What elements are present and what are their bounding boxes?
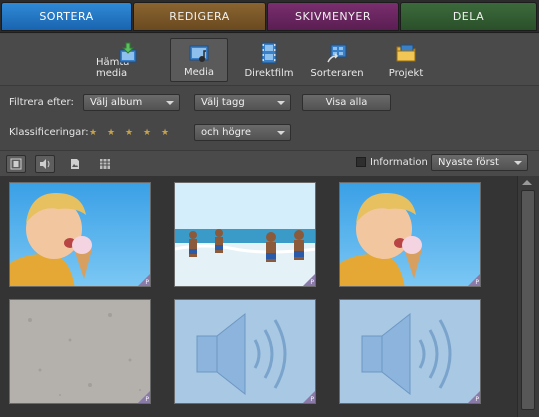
media-grid: P P P P P P (0, 176, 517, 417)
download-media-icon (119, 42, 137, 63)
photo-icon (71, 159, 79, 169)
scroll-up-arrow-icon[interactable] (522, 180, 532, 185)
album-dropdown[interactable]: Välj album (83, 94, 180, 111)
star-icon[interactable]: ★ (107, 128, 115, 138)
audio-speaker-icon (340, 300, 480, 403)
chevron-down-icon (166, 101, 174, 105)
chevron-down-icon (277, 101, 285, 105)
audio-speaker-icon (175, 300, 315, 403)
badge-label: P (475, 396, 479, 403)
boy-ice-cream-photo (340, 183, 480, 286)
beach-kids-photo (175, 183, 315, 286)
toolbar-item-label: Direktfilm (244, 68, 294, 79)
organizer-icon (327, 44, 347, 63)
toolbar-sorteraren-button[interactable]: Sorteraren (308, 38, 366, 82)
toolbar-item-label: Projekt (388, 68, 424, 79)
scroll-thumb[interactable] (521, 190, 535, 410)
grid-scrollbar[interactable] (517, 176, 539, 417)
show-photos-toggle[interactable] (65, 155, 85, 173)
toolbar-media-button[interactable]: Media (170, 38, 228, 82)
chevron-down-icon (514, 161, 522, 165)
show-audio-toggle[interactable] (35, 155, 55, 173)
media-thumbnail[interactable]: P (339, 182, 481, 287)
media-icon (189, 45, 209, 62)
gray-texture-photo (10, 300, 150, 403)
media-thumbnail[interactable]: P (339, 299, 481, 404)
toolbar-hamta-media-button[interactable]: Hämta media (96, 38, 160, 82)
media-thumbnail[interactable]: P (9, 182, 151, 287)
badge-label: P (310, 396, 314, 403)
sort-order-dropdown[interactable]: Nyaste först (431, 154, 528, 171)
rating-label: Klassificeringar: (9, 127, 89, 138)
star-icon[interactable]: ★ (89, 128, 97, 138)
speaker-icon (40, 159, 50, 169)
media-thumbnail[interactable]: P (174, 182, 316, 287)
details-view-toggle[interactable] (95, 155, 115, 173)
album-dropdown-value: Välj album (90, 97, 143, 108)
tab-skivmenyer[interactable]: SKIVMENYER (267, 2, 399, 31)
tag-dropdown-value: Välj tagg (201, 97, 245, 108)
chevron-down-icon (277, 131, 285, 135)
information-label: Information (370, 157, 428, 168)
show-video-toggle[interactable] (6, 155, 26, 173)
toolbar-item-label: Sorteraren (310, 68, 364, 79)
toolbar-projekt-button[interactable]: Projekt (378, 38, 434, 82)
grid-view-icon (100, 159, 110, 169)
star-icon[interactable]: ★ (143, 128, 151, 138)
boy-ice-cream-photo (10, 183, 150, 286)
filmstrip-icon (261, 42, 277, 64)
badge-label: P (145, 396, 149, 403)
media-thumbnail[interactable]: P (174, 299, 316, 404)
tab-redigera[interactable]: REDIGERA (133, 2, 266, 31)
star-icon[interactable]: ★ (125, 128, 133, 138)
information-checkbox[interactable] (356, 157, 366, 167)
rating-condition-value: och högre (201, 127, 251, 138)
filter-label: Filtrera efter: (9, 97, 74, 108)
show-all-button[interactable]: Visa alla (302, 94, 391, 111)
project-folder-icon (396, 44, 416, 62)
toolbar-item-label: Media (183, 67, 215, 78)
media-thumbnail[interactable]: P (9, 299, 151, 404)
tag-dropdown[interactable]: Välj tagg (194, 94, 291, 111)
tab-dela[interactable]: DELA (400, 2, 537, 31)
tab-sortera[interactable]: SORTERA (1, 2, 132, 31)
badge-label: P (310, 279, 314, 286)
toolbar-direktfilm-button[interactable]: Direktfilm (240, 38, 298, 82)
badge-label: P (475, 279, 479, 286)
badge-label: P (145, 279, 149, 286)
film-icon (10, 158, 22, 170)
rating-condition-dropdown[interactable]: och högre (194, 124, 291, 141)
view-toolbar: Hämta media Media Direktfilm Sorteraren … (0, 34, 539, 86)
sort-order-value: Nyaste först (438, 157, 499, 168)
star-icon[interactable]: ★ (161, 128, 169, 138)
workspace-tabs: SORTERA REDIGERA SKIVMENYER DELA (0, 0, 539, 33)
